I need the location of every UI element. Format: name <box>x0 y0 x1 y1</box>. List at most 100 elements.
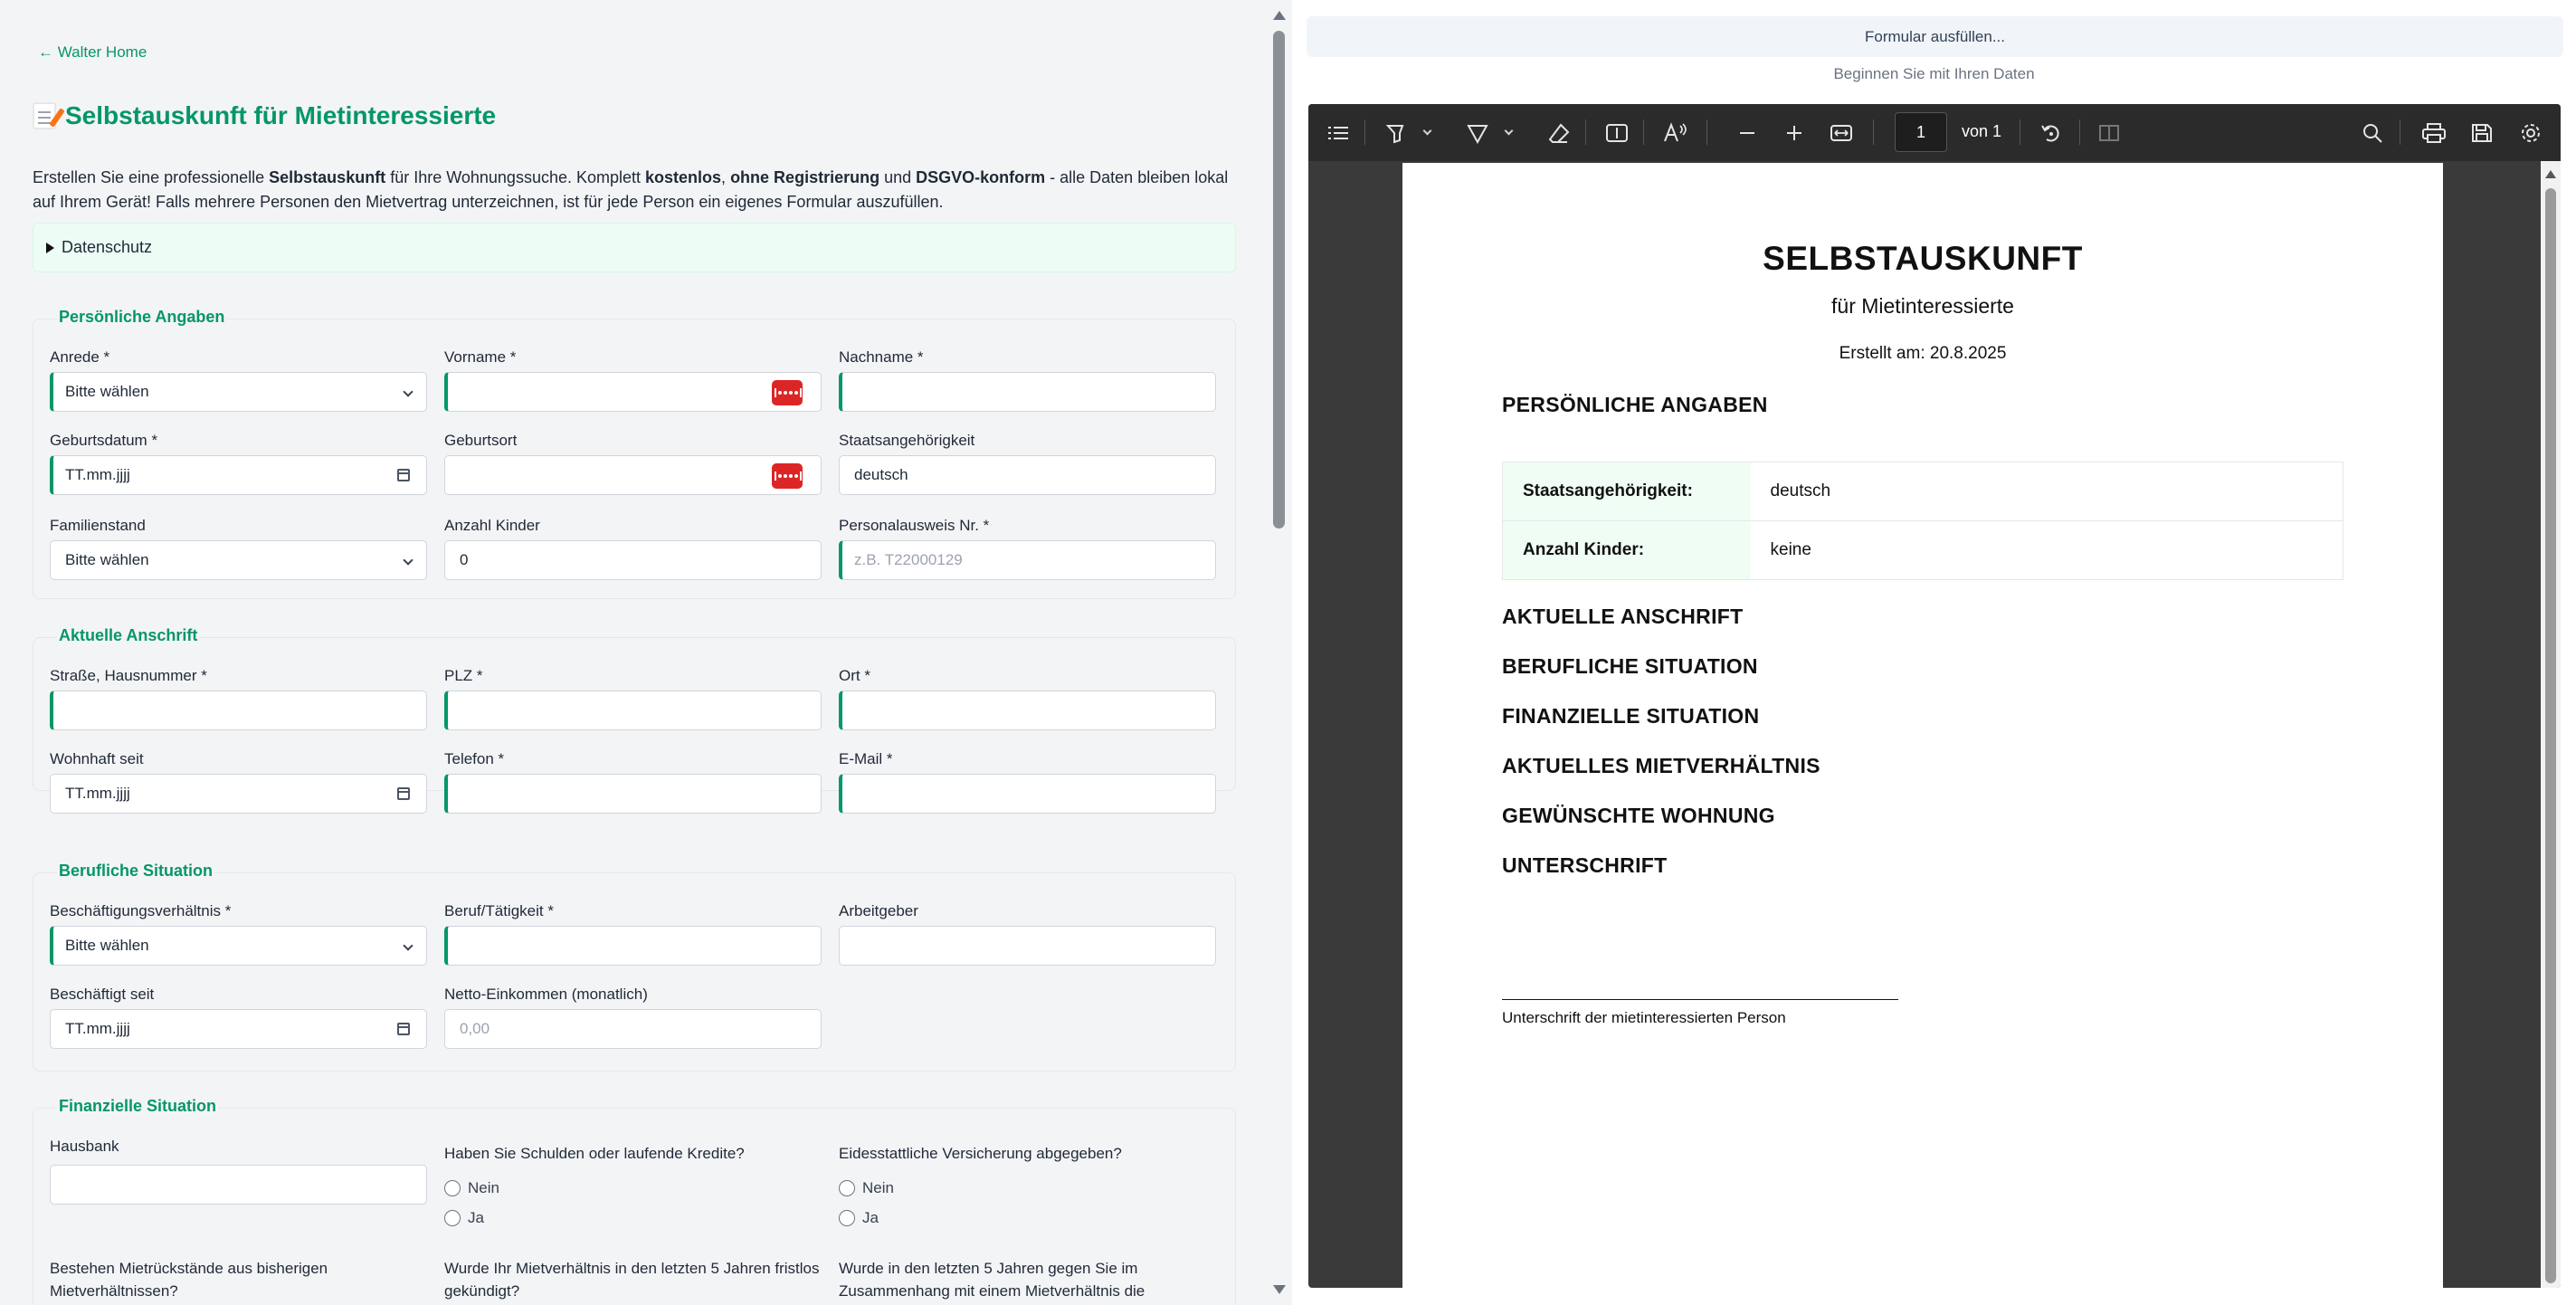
label-beschaeftigt-seit: Beschäftigt seit <box>50 986 155 1003</box>
nachname-input[interactable] <box>839 372 1216 412</box>
search-icon[interactable] <box>2362 122 2385 144</box>
ausweis-input[interactable]: z.B. T22000129 <box>839 540 1216 580</box>
beruf-input[interactable] <box>444 926 822 966</box>
radio-circle[interactable] <box>839 1210 855 1226</box>
table-value: deutsch <box>1750 462 2343 521</box>
wohnhaft-input[interactable]: TT.mm.jjjj <box>50 774 427 814</box>
privacy-summary: Datenschutz <box>62 238 153 256</box>
zoom-out-icon[interactable] <box>1737 122 1757 144</box>
two-page-view-icon[interactable] <box>2097 122 2121 144</box>
geburtsdatum-input[interactable]: TT.mm.jjjj <box>50 455 427 495</box>
fit-to-width-icon[interactable] <box>1830 122 1853 144</box>
back-home-link[interactable]: ← Walter Home <box>38 43 147 62</box>
telefon-input[interactable] <box>444 774 822 814</box>
calendar-icon[interactable] <box>397 787 410 800</box>
outline-icon[interactable] <box>1326 122 1350 144</box>
beschaeftigt-seit-value: TT.mm.jjjj <box>65 1020 130 1037</box>
vorname-input[interactable] <box>444 372 822 412</box>
read-aloud-icon[interactable] <box>1663 122 1688 144</box>
table-key: Staatsangehörigkeit: <box>1502 462 1751 521</box>
table-row: Staatsangehörigkeit: deutsch <box>1502 462 2343 521</box>
privacy-details-toggle[interactable]: Datenschutz <box>33 223 1236 272</box>
chevron-down-icon[interactable] <box>1504 126 1514 136</box>
arbeitgeber-input[interactable] <box>839 926 1216 966</box>
label-geburtsort: Geburtsort <box>444 432 518 449</box>
question-verfahren: Wurde in den letzten 5 Jahren gegen Sie … <box>839 1260 1145 1300</box>
familienstand-value: Bitte wählen <box>65 551 149 568</box>
email-input[interactable] <box>839 774 1216 814</box>
ort-input[interactable] <box>839 691 1216 730</box>
status-text: Beginnen Sie mit Ihren Daten <box>1833 65 2035 82</box>
print-icon[interactable] <box>2421 122 2447 144</box>
beschaeftigung-select[interactable]: Bitte wählen <box>50 926 427 966</box>
zoom-in-icon[interactable] <box>1784 122 1804 144</box>
geburtsort-input[interactable] <box>444 455 822 495</box>
calendar-icon[interactable] <box>397 469 410 481</box>
radio-circle[interactable] <box>444 1210 461 1226</box>
eraser-icon[interactable] <box>1547 122 1571 144</box>
section-legend: Aktuelle Anschrift <box>57 626 200 645</box>
fill-form-button[interactable]: Formular ausfüllen... <box>1307 16 2563 57</box>
kinder-input[interactable]: 0 <box>444 540 822 580</box>
table-key: Anzahl Kinder: <box>1502 520 1751 580</box>
chevron-down-icon <box>403 386 413 397</box>
chevron-down-icon[interactable] <box>1422 126 1432 136</box>
label-beruf: Beruf/Tätigkeit * <box>444 902 554 919</box>
section-personal: Persönliche Angaben Anrede * Bitte wähle… <box>33 308 1236 599</box>
pen-icon[interactable] <box>1466 122 1489 144</box>
label-plz: PLZ * <box>444 667 483 684</box>
label-schulden: Haben Sie Schulden oder laufende Kredite… <box>444 1145 745 1162</box>
preview-pane: Formular ausfüllen... Beginnen Sie mit I… <box>1292 0 2576 1305</box>
password-manager-icon[interactable] <box>772 380 803 405</box>
beschaeftigt-seit-input[interactable]: TT.mm.jjjj <box>50 1009 427 1049</box>
page-number-input[interactable]: 1 <box>1895 112 1947 152</box>
schulden-radio-nein[interactable]: Nein <box>444 1179 499 1197</box>
settings-gear-icon[interactable] <box>2519 122 2543 144</box>
hausbank-input[interactable] <box>50 1165 427 1205</box>
toolbar-separator <box>1585 119 1586 145</box>
schulden-radio-ja[interactable]: Ja <box>444 1209 484 1227</box>
familienstand-select[interactable]: Bitte wählen <box>50 540 427 580</box>
anrede-select[interactable]: Bitte wählen <box>50 372 427 412</box>
eid-radio-nein[interactable]: Nein <box>839 1179 894 1197</box>
pdf-page: SELBSTAUSKUNFT für Mietinteressierte Ers… <box>1402 163 2443 1288</box>
section-legend: Persönliche Angaben <box>57 308 227 327</box>
intro-bold: ohne Registrierung <box>730 168 880 186</box>
scroll-up-icon[interactable] <box>2545 170 2556 178</box>
pdf-heading-sign: UNTERSCHRIFT <box>1502 853 1668 877</box>
radio-circle[interactable] <box>444 1180 461 1196</box>
radio-circle[interactable] <box>839 1180 855 1196</box>
pdf-scrollbar[interactable] <box>2541 161 2561 1288</box>
save-icon[interactable] <box>2470 122 2494 144</box>
eid-radio-ja[interactable]: Ja <box>839 1209 879 1227</box>
section-legend: Berufliche Situation <box>57 862 215 881</box>
scrollbar-thumb[interactable] <box>2545 188 2556 1283</box>
staatsangehoerigkeit-input[interactable]: deutsch <box>839 455 1216 495</box>
strasse-input[interactable] <box>50 691 427 730</box>
scroll-down-icon[interactable] <box>1273 1285 1286 1294</box>
pdf-title: SELBSTAUSKUNFT <box>1763 240 2083 277</box>
staatsangehoerigkeit-value: deutsch <box>854 466 908 483</box>
pdf-heading-finance: FINANZIELLE SITUATION <box>1502 704 1760 728</box>
scroll-up-icon[interactable] <box>1273 11 1286 20</box>
netto-placeholder: 0,00 <box>460 1020 490 1037</box>
pdf-heading-personal: PERSÖNLICHE ANGABEN <box>1502 393 1768 416</box>
ausweis-placeholder: z.B. T22000129 <box>854 551 963 568</box>
netto-input[interactable]: 0,00 <box>444 1009 822 1049</box>
rotate-icon[interactable] <box>2039 122 2063 144</box>
kinder-value: 0 <box>460 551 469 568</box>
calendar-icon[interactable] <box>397 1023 410 1035</box>
text-box-icon[interactable] <box>1605 122 1629 144</box>
scrollbar-thumb[interactable] <box>1273 31 1285 529</box>
intro-bold: kostenlos <box>645 168 722 186</box>
pdf-subtitle: für Mietinteressierte <box>1831 294 2014 318</box>
question-kuendigung: Wurde Ihr Mietverhältnis in den letzten … <box>444 1260 820 1300</box>
password-manager-icon[interactable] <box>772 463 803 489</box>
label-hausbank: Hausbank <box>50 1138 119 1155</box>
label-ausweis: Personalausweis Nr. * <box>839 517 990 534</box>
plz-input[interactable] <box>444 691 822 730</box>
highlighter-icon[interactable] <box>1384 122 1408 144</box>
form-scrollbar[interactable] <box>1267 0 1292 1305</box>
pdf-heading-rent: AKTUELLES MIETVERHÄLTNIS <box>1502 754 1820 777</box>
toolbar-separator <box>1643 119 1644 145</box>
